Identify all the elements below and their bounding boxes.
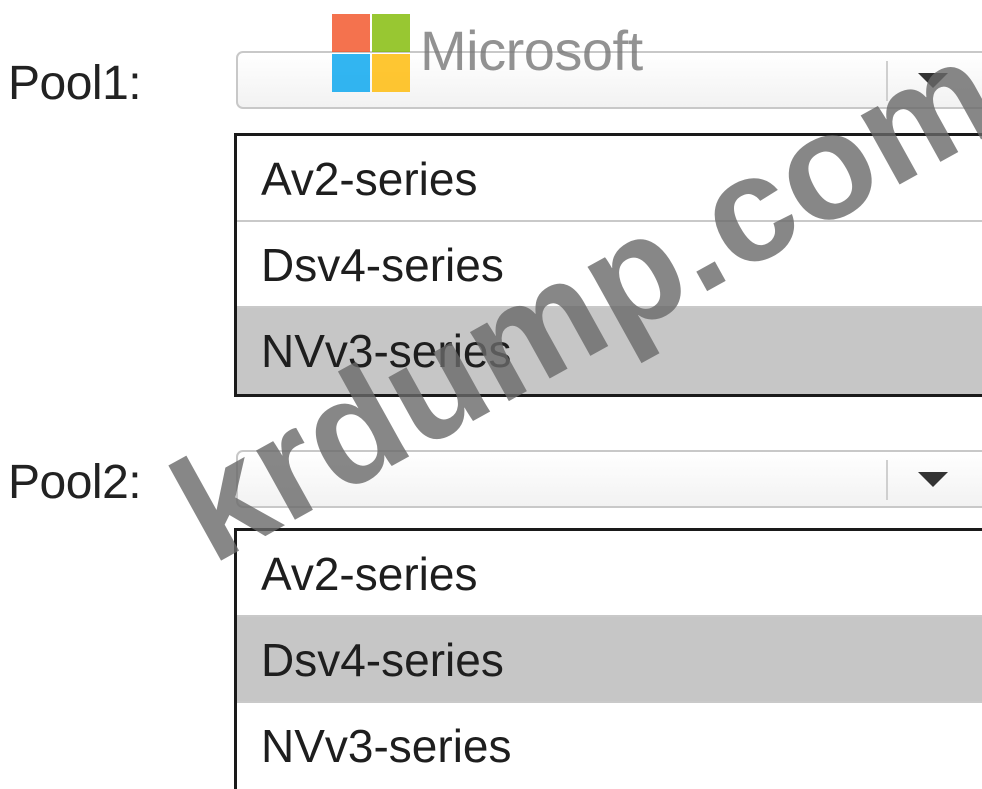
- pool2-select[interactable]: [236, 450, 982, 508]
- pool1-option-list: Av2-series Dsv4-series NVv3-series: [234, 133, 982, 397]
- pool1-option-av2[interactable]: Av2-series: [237, 136, 982, 222]
- logo-square-red: [332, 14, 370, 52]
- pool1-option-dsv4[interactable]: Dsv4-series: [237, 222, 982, 308]
- pool1-select-divider: [886, 61, 888, 101]
- pool2-option-av2[interactable]: Av2-series: [237, 531, 982, 617]
- pool1-label: Pool1:: [8, 57, 142, 110]
- pool1-select[interactable]: [236, 51, 982, 109]
- pool2-option-dsv4[interactable]: Dsv4-series: [237, 617, 982, 703]
- pool2-label: Pool2:: [8, 456, 142, 509]
- pool2-option-nvv3[interactable]: NVv3-series: [237, 703, 982, 789]
- chevron-down-icon[interactable]: [918, 73, 948, 88]
- pool1-option-nvv3[interactable]: NVv3-series: [237, 308, 982, 394]
- pool2-select-divider: [886, 460, 888, 500]
- chevron-down-icon[interactable]: [918, 472, 948, 487]
- logo-square-green: [372, 14, 410, 52]
- pool2-option-list: Av2-series Dsv4-series NVv3-series: [234, 528, 982, 789]
